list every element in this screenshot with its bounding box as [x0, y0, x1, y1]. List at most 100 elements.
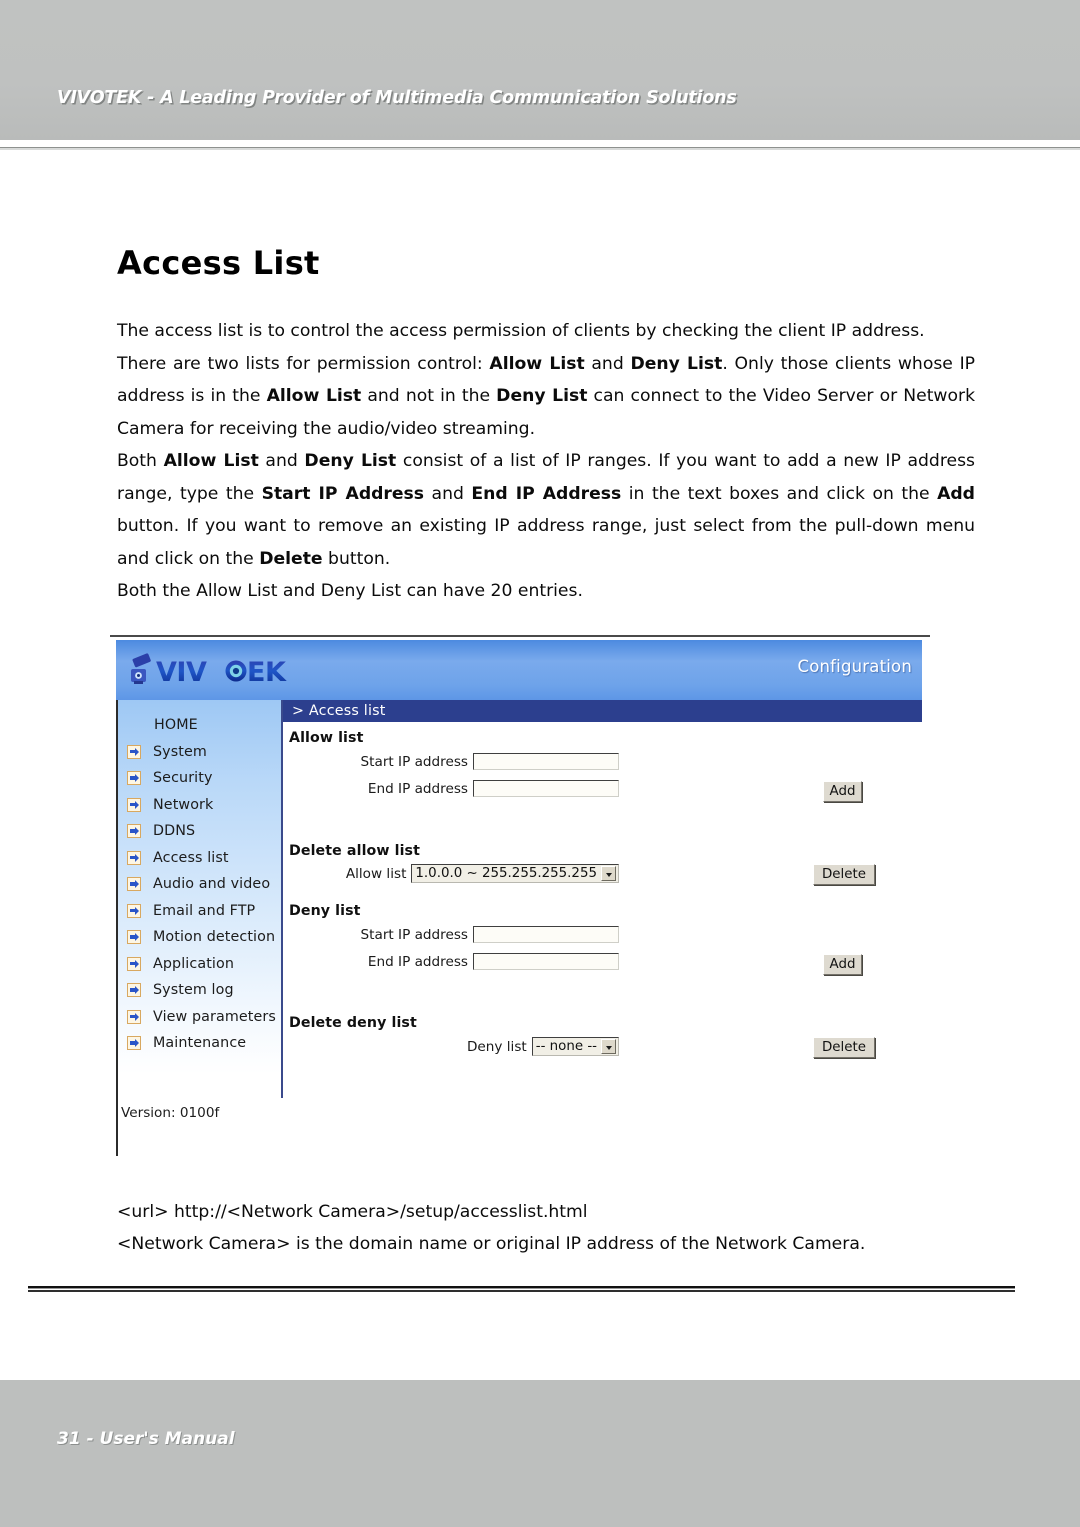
page-footer-band	[0, 1380, 1080, 1527]
sidebar-item-label: Application	[153, 955, 234, 972]
delete-deny-list-row: Deny list -- none --	[289, 1037, 619, 1056]
sidebar-item-motion-detection[interactable]: Motion detection	[118, 924, 283, 951]
firmware-version-label: Version: 0100f	[121, 1105, 220, 1121]
camera-icon	[131, 653, 151, 684]
delete-deny-list-heading: Delete deny list	[289, 1015, 417, 1031]
chevron-down-icon[interactable]	[601, 866, 616, 881]
deny-add-button[interactable]: Add	[823, 954, 862, 975]
arrow-right-icon	[127, 1036, 141, 1051]
sidebar-item-label: View parameters	[153, 1008, 276, 1025]
p3-add: Add	[937, 483, 975, 504]
p2-allow-list-2: Allow List	[266, 386, 362, 406]
arrow-right-icon	[127, 903, 141, 918]
paragraph-4: Both the Allow List and Deny List can ha…	[117, 581, 583, 601]
chevron-down-icon[interactable]	[601, 1039, 616, 1054]
sidebar-item-access-list[interactable]: Access list	[118, 845, 283, 872]
sidebar-item-label: System log	[153, 982, 234, 999]
allow-start-ip-input[interactable]	[473, 753, 619, 770]
arrow-right-icon	[127, 744, 141, 759]
deny-end-ip-label: End IP address	[367, 953, 468, 970]
sidebar-item-label: System	[153, 743, 207, 760]
delete-allow-list-row: Allow list 1.0.0.0 ~ 255.255.255.255	[289, 864, 619, 883]
delete-deny-button[interactable]: Delete	[813, 1037, 875, 1058]
vivotek-logo: VIV EK	[131, 653, 287, 688]
allow-end-ip-input[interactable]	[473, 780, 619, 797]
svg-text:EK: EK	[247, 657, 287, 688]
p2-deny-list-2: Deny List	[496, 386, 588, 406]
allow-start-ip-row: Start IP address	[289, 753, 619, 770]
deny-end-ip-input[interactable]	[473, 953, 619, 970]
arrow-right-icon	[127, 824, 141, 839]
page-title: Access List	[117, 244, 320, 282]
allow-end-ip-row: End IP address	[289, 780, 619, 797]
app-main-pane: > Access list Allow list Start IP addres…	[283, 700, 922, 1156]
sidebar-item-maintenance[interactable]: Maintenance	[118, 1030, 283, 1057]
deny-end-ip-row: End IP address	[289, 953, 619, 970]
allow-add-button[interactable]: Add	[823, 781, 862, 802]
deny-list-select-value: -- none --	[535, 1039, 597, 1054]
deny-list-select[interactable]: -- none --	[531, 1037, 619, 1056]
page-footer-text: 31 - User's Manual	[57, 1429, 235, 1449]
sidebar-item-home[interactable]: HOME	[118, 712, 283, 739]
breadcrumb: > Access list	[283, 700, 922, 722]
sidebar-item-label: Email and FTP	[153, 902, 256, 919]
arrow-right-icon	[127, 930, 141, 945]
p2-seg2: and	[584, 353, 631, 374]
sidebar-item-application[interactable]: Application	[118, 951, 283, 978]
sidebar-item-security[interactable]: Security	[118, 765, 283, 792]
sidebar-item-label: HOME	[154, 717, 198, 734]
deny-list-heading: Deny list	[289, 903, 361, 919]
app-top-bar: VIV EK Configuration	[116, 640, 922, 700]
url-line-2: <Network Camera> is the domain name or o…	[117, 1234, 866, 1254]
p3-seg2: and	[258, 451, 305, 471]
p3-end-ip-address: End IP Address	[471, 483, 622, 504]
sidebar-item-label: Motion detection	[153, 929, 276, 946]
page-header-band	[0, 0, 1080, 140]
sidebar-item-email-and-ftp[interactable]: Email and FTP	[118, 898, 283, 925]
arrow-right-icon	[127, 797, 141, 812]
paragraph-3: Both Allow List and Deny List consist of…	[117, 445, 975, 575]
deny-start-ip-row: Start IP address	[289, 926, 619, 943]
embedded-browser-screenshot: VIV EK Configuration HOME System Securit…	[110, 640, 922, 1156]
sidebar-item-system[interactable]: System	[118, 739, 283, 766]
header-white-gap	[0, 140, 1080, 147]
delete-allow-list-heading: Delete allow list	[289, 843, 420, 859]
header-divider-rule	[0, 147, 1080, 150]
sidebar-item-label: Security	[153, 770, 213, 787]
allow-list-select-value: 1.0.0.0 ~ 255.255.255.255	[415, 866, 597, 881]
p3-seg6: button. If you want to remove an existin…	[117, 516, 975, 569]
arrow-right-icon	[127, 956, 141, 971]
screenshot-top-rule	[110, 635, 930, 637]
body-text: The access list is to control the access…	[117, 315, 975, 608]
p3-start-ip-address: Start IP Address	[261, 483, 425, 504]
deny-start-ip-input[interactable]	[473, 926, 619, 943]
allow-list-heading: Allow list	[289, 730, 364, 746]
arrow-right-icon	[127, 771, 141, 786]
arrow-right-icon	[127, 850, 141, 865]
sidebar-item-system-log[interactable]: System log	[118, 977, 283, 1004]
delete-allow-button[interactable]: Delete	[813, 864, 875, 885]
footer-double-rule	[28, 1286, 1015, 1294]
url-notes: <url> http://<Network Camera>/setup/acce…	[117, 1196, 987, 1260]
p3-allow-list: Allow List	[163, 451, 259, 471]
sidebar-nav-list: HOME System Security Network DDNS Access…	[118, 712, 283, 1057]
arrow-right-icon	[127, 1009, 141, 1024]
delete-allow-list-label: Allow list	[345, 865, 407, 882]
sidebar-item-audio-and-video[interactable]: Audio and video	[118, 871, 283, 898]
p3-seg4: and	[424, 483, 472, 504]
sidebar-item-view-parameters[interactable]: View parameters	[118, 1004, 283, 1031]
sidebar-item-network[interactable]: Network	[118, 792, 283, 819]
allow-start-ip-label: Start IP address	[360, 753, 468, 770]
svg-text:VIV: VIV	[156, 657, 207, 688]
sidebar-item-label: DDNS	[153, 823, 196, 840]
p2-allow-list-1: Allow List	[489, 353, 585, 374]
page-header-title: VIVOTEK - A Leading Provider of Multimed…	[57, 88, 737, 108]
delete-deny-list-label: Deny list	[466, 1038, 527, 1055]
configuration-label: Configuration	[797, 657, 912, 676]
allow-list-select[interactable]: 1.0.0.0 ~ 255.255.255.255	[411, 864, 619, 883]
p2-seg1: There are two lists for permission contr…	[117, 353, 490, 374]
app-sidebar: HOME System Security Network DDNS Access…	[118, 700, 283, 1156]
sidebar-item-label: Access list	[153, 849, 229, 866]
p2-seg4: and not in the	[361, 386, 497, 406]
sidebar-item-ddns[interactable]: DDNS	[118, 818, 283, 845]
